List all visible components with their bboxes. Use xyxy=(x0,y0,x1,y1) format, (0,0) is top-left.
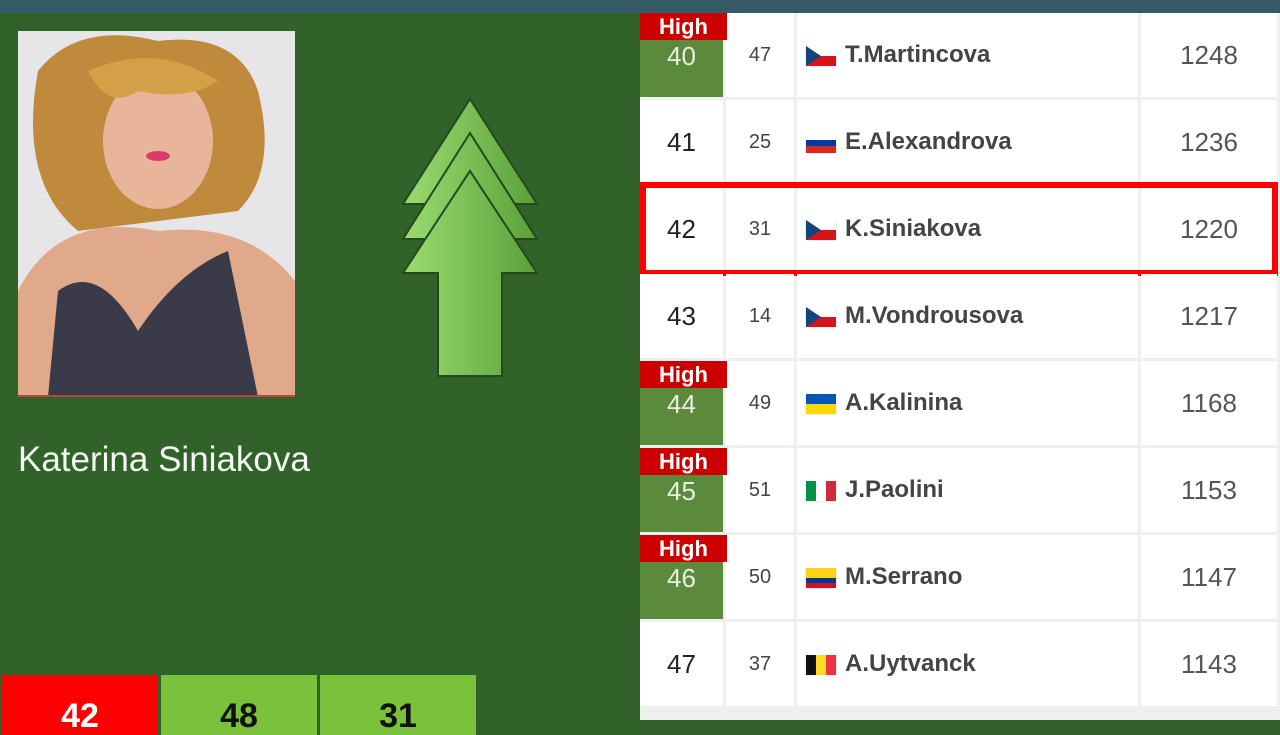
rank-cell: 47 xyxy=(640,622,723,706)
previous-rank-cell: 14 xyxy=(726,274,794,358)
player-name-text: M.Vondrousova xyxy=(845,302,1024,329)
table-row[interactable]: High 40 47 T.Martincova 1248 xyxy=(640,13,1280,97)
player-name-cell[interactable]: A.Kalinina xyxy=(797,361,1138,445)
rank-value: 45 xyxy=(667,476,696,506)
czech-flag-icon xyxy=(806,45,836,66)
player-name-text: E.Alexandrova xyxy=(845,128,1012,155)
player-name-text: A.Kalinina xyxy=(845,389,963,416)
points-cell: 1143 xyxy=(1141,622,1277,706)
player-name-text: K.Siniakova xyxy=(845,215,982,242)
high-badge: High xyxy=(640,361,727,388)
stats-row: 42 48 31 xyxy=(2,675,476,735)
rank-cell: High 45 xyxy=(640,448,727,532)
player-name-cell[interactable]: M.Vondrousova xyxy=(797,274,1138,358)
table-row[interactable]: 41 25 E.Alexandrova 1236 xyxy=(640,100,1280,184)
player-name-cell[interactable]: K.Siniakova xyxy=(797,187,1138,271)
table-row[interactable]: High 46 50 M.Serrano 1147 xyxy=(640,535,1280,619)
high-badge: High xyxy=(640,13,727,40)
czech-flag-icon xyxy=(806,306,836,327)
points-cell: 1236 xyxy=(1141,100,1277,184)
player-name-cell[interactable]: J.Paolini xyxy=(797,448,1138,532)
triple-up-arrow-icon xyxy=(401,97,539,377)
previous-rank-cell: 37 xyxy=(726,622,794,706)
previous-rank-cell: 50 xyxy=(726,535,794,619)
high-badge: High xyxy=(640,448,727,475)
rank-cell: 43 xyxy=(640,274,723,358)
previous-rank-cell: 47 xyxy=(726,13,794,97)
ukraine-flag-icon xyxy=(806,393,836,414)
table-row[interactable]: High 45 51 J.Paolini 1153 xyxy=(640,448,1280,532)
table-row[interactable]: 43 14 M.Vondrousova 1217 xyxy=(640,274,1280,358)
previous-rank-cell: 25 xyxy=(726,100,794,184)
table-row[interactable]: High 44 49 A.Kalinina 1168 xyxy=(640,361,1280,445)
russia-flag-icon xyxy=(806,132,836,153)
rank-value: 41 xyxy=(667,126,696,157)
points-cell: 1248 xyxy=(1141,13,1277,97)
stat-best-rank: 31 xyxy=(320,675,476,735)
previous-rank-cell: 51 xyxy=(726,448,794,532)
points-cell: 1168 xyxy=(1141,361,1277,445)
belgium-flag-icon xyxy=(806,654,836,675)
rank-value: 42 xyxy=(667,213,696,244)
high-badge: High xyxy=(640,535,727,562)
previous-rank-cell: 49 xyxy=(726,361,794,445)
top-bar xyxy=(0,0,1280,13)
player-name: Katerina Siniakova xyxy=(18,440,310,479)
rank-value: 46 xyxy=(667,563,696,593)
player-name-cell[interactable]: T.Martincova xyxy=(797,13,1138,97)
rank-value: 40 xyxy=(667,41,696,71)
points-cell: 1220 xyxy=(1141,187,1277,271)
player-name-text: T.Martincova xyxy=(845,41,991,68)
italy-flag-icon xyxy=(806,480,836,501)
colombia-flag-icon xyxy=(806,567,836,588)
stat-previous-rank: 48 xyxy=(161,675,317,735)
player-name-text: J.Paolini xyxy=(845,476,944,503)
rankings-table: High 40 47 T.Martincova 1248 41 25 E.Alexandrov… xyxy=(640,13,1280,720)
table-row[interactable]: 42 31 K.Siniakova 1220 xyxy=(640,187,1280,271)
rank-cell: 41 xyxy=(640,100,723,184)
rank-cell: 42 xyxy=(640,187,723,271)
player-name-text: M.Serrano xyxy=(845,563,963,590)
player-name-cell[interactable]: E.Alexandrova xyxy=(797,100,1138,184)
rank-cell: High 46 xyxy=(640,535,727,619)
points-cell: 1217 xyxy=(1141,274,1277,358)
points-cell: 1147 xyxy=(1141,535,1277,619)
rank-cell: High 40 xyxy=(640,13,727,97)
player-name-text: A.Uytvanck xyxy=(845,650,976,677)
rank-value: 43 xyxy=(667,300,696,331)
stat-current-rank: 42 xyxy=(2,675,158,735)
player-photo xyxy=(18,31,295,397)
points-cell: 1153 xyxy=(1141,448,1277,532)
player-name-cell[interactable]: M.Serrano xyxy=(797,535,1138,619)
player-panel: Katerina Siniakova 42 48 31 xyxy=(0,13,640,735)
czech-flag-icon xyxy=(806,219,836,240)
rank-cell: High 44 xyxy=(640,361,727,445)
player-name-cell[interactable]: A.Uytvanck xyxy=(797,622,1138,706)
rank-value: 47 xyxy=(667,648,696,679)
previous-rank-cell: 31 xyxy=(726,187,794,271)
table-row[interactable]: 47 37 A.Uytvanck 1143 xyxy=(640,622,1280,706)
rank-value: 44 xyxy=(667,389,696,419)
